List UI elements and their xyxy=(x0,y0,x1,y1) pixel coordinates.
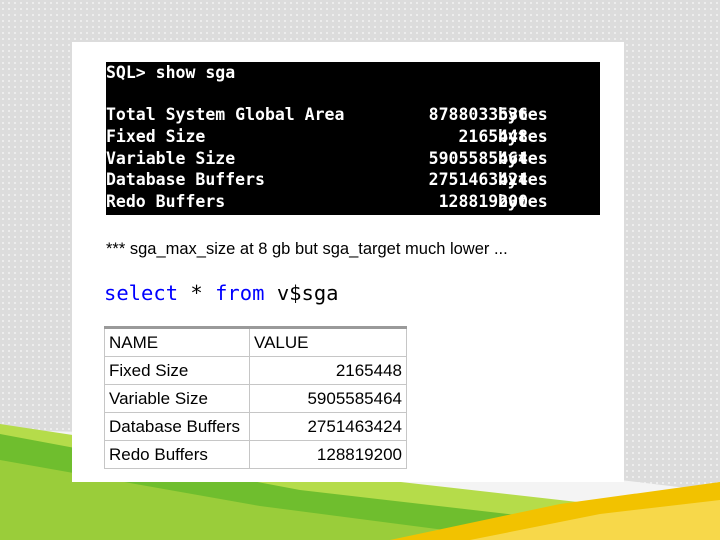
sga-row: Fixed Size 2165448 bytes xyxy=(106,126,600,148)
table-row: Redo Buffers 128819200 xyxy=(104,440,407,469)
cell-name: Database Buffers xyxy=(104,412,250,441)
terminal-prompt: SQL> show sga xyxy=(106,63,236,82)
sga-row-unit: bytes xyxy=(498,105,548,124)
sga-row-label: Fixed Size xyxy=(106,126,206,146)
cell-value: 128819200 xyxy=(249,440,407,469)
sql-keyword-from: from xyxy=(215,281,265,305)
sga-row: Redo Buffers 128819200 bytes xyxy=(106,191,600,213)
sga-row: Variable Size 5905585464 bytes xyxy=(106,148,600,170)
slide-content: SQL> show sga Total System Global Area 8… xyxy=(72,42,624,482)
sga-row-unit: bytes xyxy=(498,170,548,190)
sga-row-label: Redo Buffers xyxy=(106,192,226,212)
cell-value: 5905585464 xyxy=(249,384,407,413)
table-row: Database Buffers 2751463424 xyxy=(104,412,407,441)
cell-value: 2165448 xyxy=(249,356,407,385)
sga-row-unit: bytes xyxy=(498,192,548,212)
query-result-table: NAME VALUE Fixed Size 2165448 Variable S… xyxy=(104,326,407,469)
sql-query: select * from v$sga xyxy=(104,281,339,305)
sga-summary-rows: Total System Global Area 8788033536 byte… xyxy=(106,104,600,213)
cell-name: Redo Buffers xyxy=(104,440,250,469)
table-row: Fixed Size 2165448 xyxy=(104,356,407,385)
cell-value: 2751463424 xyxy=(249,412,407,441)
column-header-name: NAME xyxy=(104,327,250,357)
sga-row-label: Total System Global Area xyxy=(106,105,345,124)
sga-row-label: Database Buffers xyxy=(106,170,265,190)
cell-name: Fixed Size xyxy=(104,356,250,385)
table-header-row: NAME VALUE xyxy=(104,327,407,357)
note-text: *** sga_max_size at 8 gb but sga_target … xyxy=(106,240,508,258)
column-header-value: VALUE xyxy=(249,327,407,357)
sga-row-unit: bytes xyxy=(498,148,548,168)
sql-table-name: v$sga xyxy=(276,281,339,305)
sga-row: Total System Global Area 8788033536 byte… xyxy=(106,104,600,126)
table-row: Variable Size 5905585464 xyxy=(104,384,407,413)
sga-row-label: Variable Size xyxy=(106,148,236,168)
sql-star: * xyxy=(190,281,203,305)
sql-keyword-select: select xyxy=(104,281,179,305)
sqlplus-terminal: SQL> show sga Total System Global Area 8… xyxy=(106,62,600,215)
sga-row-unit: bytes xyxy=(498,126,548,146)
cell-name: Variable Size xyxy=(104,384,250,413)
sga-row: Database Buffers 2751463424 bytes xyxy=(106,169,600,191)
